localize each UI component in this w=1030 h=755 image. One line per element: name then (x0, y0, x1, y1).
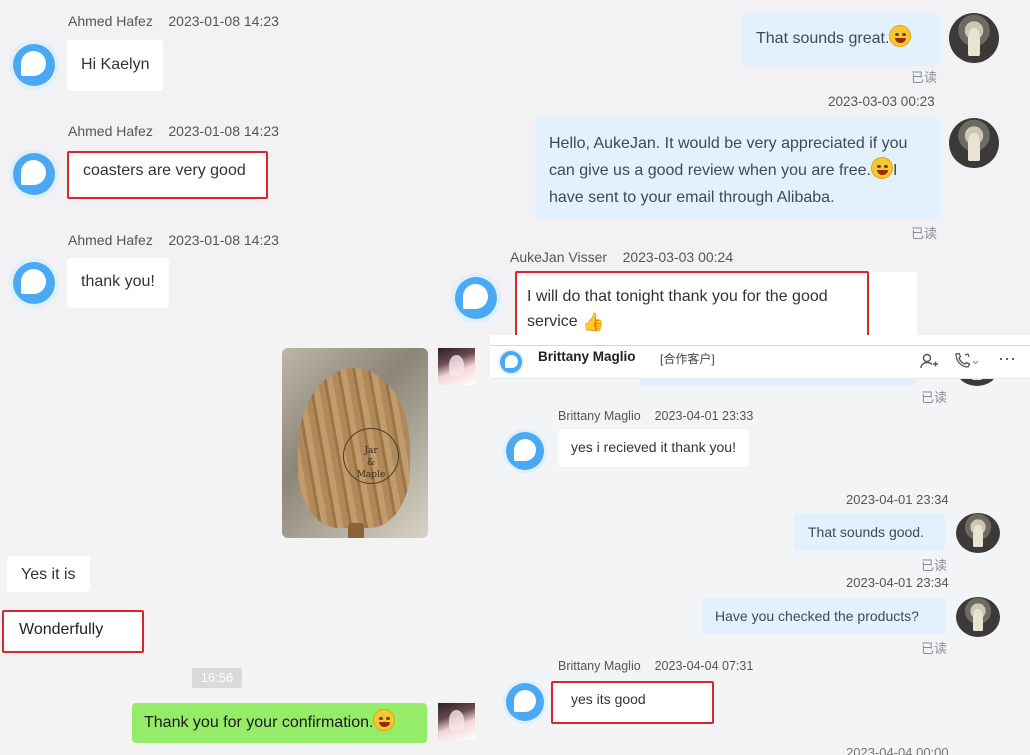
contact-avatar[interactable] (503, 680, 547, 724)
contact-avatar[interactable] (451, 273, 501, 323)
product-photo-cutting-board[interactable]: Jar & Maple (282, 348, 428, 538)
message-timestamp: 2023-04-01 23:34 (846, 492, 949, 507)
own-avatar[interactable] (949, 13, 999, 63)
message-text: thank you! (81, 273, 155, 290)
contact-avatar[interactable] (9, 40, 59, 90)
message-line: I will do that tonight thank you for the… (527, 288, 828, 305)
message-text: coasters are very good (83, 162, 246, 179)
message-text: Wonderfully (19, 621, 104, 638)
own-message-bubble[interactable]: Thank you for your confirmation. (132, 703, 427, 743)
message-bubble[interactable]: thank you! (67, 258, 169, 308)
sender-name: Ahmed Hafez (68, 232, 153, 248)
message-meta: Ahmed Hafez 2023-01-08 14:23 (68, 123, 279, 139)
highlighted-message-bubble[interactable]: I will do that tonight thank you for the… (515, 271, 869, 335)
message-meta: Ahmed Hafez 2023-01-08 14:23 (68, 13, 279, 29)
read-receipt: 已读 (911, 70, 938, 85)
highlighted-message-bubble[interactable]: Wonderfully (2, 610, 144, 653)
sender-name: Brittany Maglio (558, 409, 641, 423)
message-text: Thank you for your confirmation. (144, 714, 374, 731)
message-meta: AukeJan Visser 2023-03-03 00:24 (510, 249, 733, 265)
message-time: 2023-04-01 23:33 (654, 409, 754, 423)
message-timestamp: 2023-04-01 23:34 (846, 575, 949, 590)
contact-avatar[interactable] (9, 258, 59, 308)
chat-panel-wechat: Jar & Maple Yes it is Wonderfully 16:56 … (0, 335, 490, 755)
message-time: 2023-04-04 07:31 (654, 659, 754, 673)
sender-name: Ahmed Hafez (68, 123, 153, 139)
smile-emoji-icon (870, 157, 893, 179)
message-text: Have you checked the products? (715, 608, 919, 624)
board-handle (348, 523, 364, 538)
message-text: That sounds great. (756, 30, 890, 47)
chat-panel-alibaba-2: Brittany Maglio [合作客户] ⋯ 已读 Brittany Mag… (490, 345, 1030, 755)
own-avatar[interactable] (438, 703, 475, 740)
message-text: yes i recieved it thank you! (571, 439, 736, 455)
message-text: That sounds good. (808, 524, 924, 540)
message-meta: Ahmed Hafez 2023-01-08 14:23 (68, 232, 279, 248)
message-line: Hello, AukeJan. It would be very appreci… (549, 135, 908, 152)
contact-tag: [合作客户] (660, 352, 715, 366)
read-receipt: 已读 (911, 226, 938, 241)
own-message-bubble[interactable]: That sounds great. (742, 14, 941, 66)
message-text: Hi Kaelyn (81, 56, 150, 73)
message-time: 2023-03-03 00:24 (622, 249, 734, 265)
engraved-logo: Jar & Maple (343, 428, 399, 484)
read-receipt: 已读 (921, 641, 948, 656)
message-bubble[interactable]: yes i recieved it thank you! (558, 429, 749, 467)
thumbs-up-icon: 👍 (582, 312, 605, 332)
message-bubble[interactable]: Hi Kaelyn (67, 40, 164, 91)
own-message-bubble[interactable]: Hello, AukeJan. It would be very appreci… (535, 118, 941, 219)
message-meta: Brittany Maglio 2023-04-04 07:31 (558, 659, 753, 673)
message-text: yes its good (571, 691, 646, 707)
highlighted-message-bubble[interactable]: yes its good (551, 681, 714, 724)
message-time: 2023-01-08 14:23 (168, 232, 279, 248)
read-receipt: 已读 (921, 558, 948, 573)
chat-header: Brittany Maglio [合作客户] ⋯ (490, 345, 1030, 379)
contact-avatar[interactable] (9, 149, 59, 199)
message-time: 2023-01-08 14:23 (168, 13, 279, 29)
board-shape: Jar & Maple (298, 368, 410, 528)
user-add-icon[interactable] (920, 352, 938, 375)
smile-emoji-icon (889, 25, 912, 47)
smile-emoji-icon (373, 709, 396, 731)
own-message-bubble[interactable]: That sounds good. (794, 513, 945, 551)
own-avatar[interactable] (949, 118, 999, 168)
message-line: can give us a good review when you are f… (549, 157, 927, 184)
contact-name: Brittany Maglio (538, 349, 636, 364)
message-timestamp-partial: 2023-04-04 00:00 (846, 745, 949, 755)
read-receipt: 已读 (921, 390, 948, 405)
message-meta: Brittany Maglio 2023-04-01 23:33 (558, 409, 753, 423)
more-icon[interactable]: ⋯ (998, 349, 1017, 370)
message-timestamp: 2023-03-03 00:23 (828, 94, 935, 109)
own-avatar[interactable] (956, 513, 1000, 553)
sender-name: Brittany Maglio (558, 659, 641, 673)
sender-name: Ahmed Hafez (68, 13, 153, 29)
time-divider: 16:56 (192, 668, 242, 688)
message-line: have sent to your email through Alibaba. (549, 189, 835, 206)
sender-name: AukeJan Visser (510, 249, 608, 265)
message-bubble[interactable]: Yes it is (7, 556, 90, 592)
highlighted-message-bubble[interactable]: coasters are very good (67, 151, 268, 199)
message-text: Yes it is (21, 566, 76, 583)
own-message-bubble[interactable]: Have you checked the products? (701, 597, 945, 635)
own-avatar[interactable] (438, 348, 475, 385)
message-line: service 👍 (527, 309, 828, 335)
chat-panel-alibaba-1: Ahmed Hafez 2023-01-08 14:23 Hi Kaelyn A… (0, 0, 1030, 335)
contact-avatar[interactable] (503, 429, 547, 473)
phone-icon[interactable] (953, 352, 979, 375)
own-avatar[interactable] (956, 597, 1000, 637)
message-time: 2023-01-08 14:23 (168, 123, 279, 139)
contact-avatar[interactable] (498, 349, 524, 375)
